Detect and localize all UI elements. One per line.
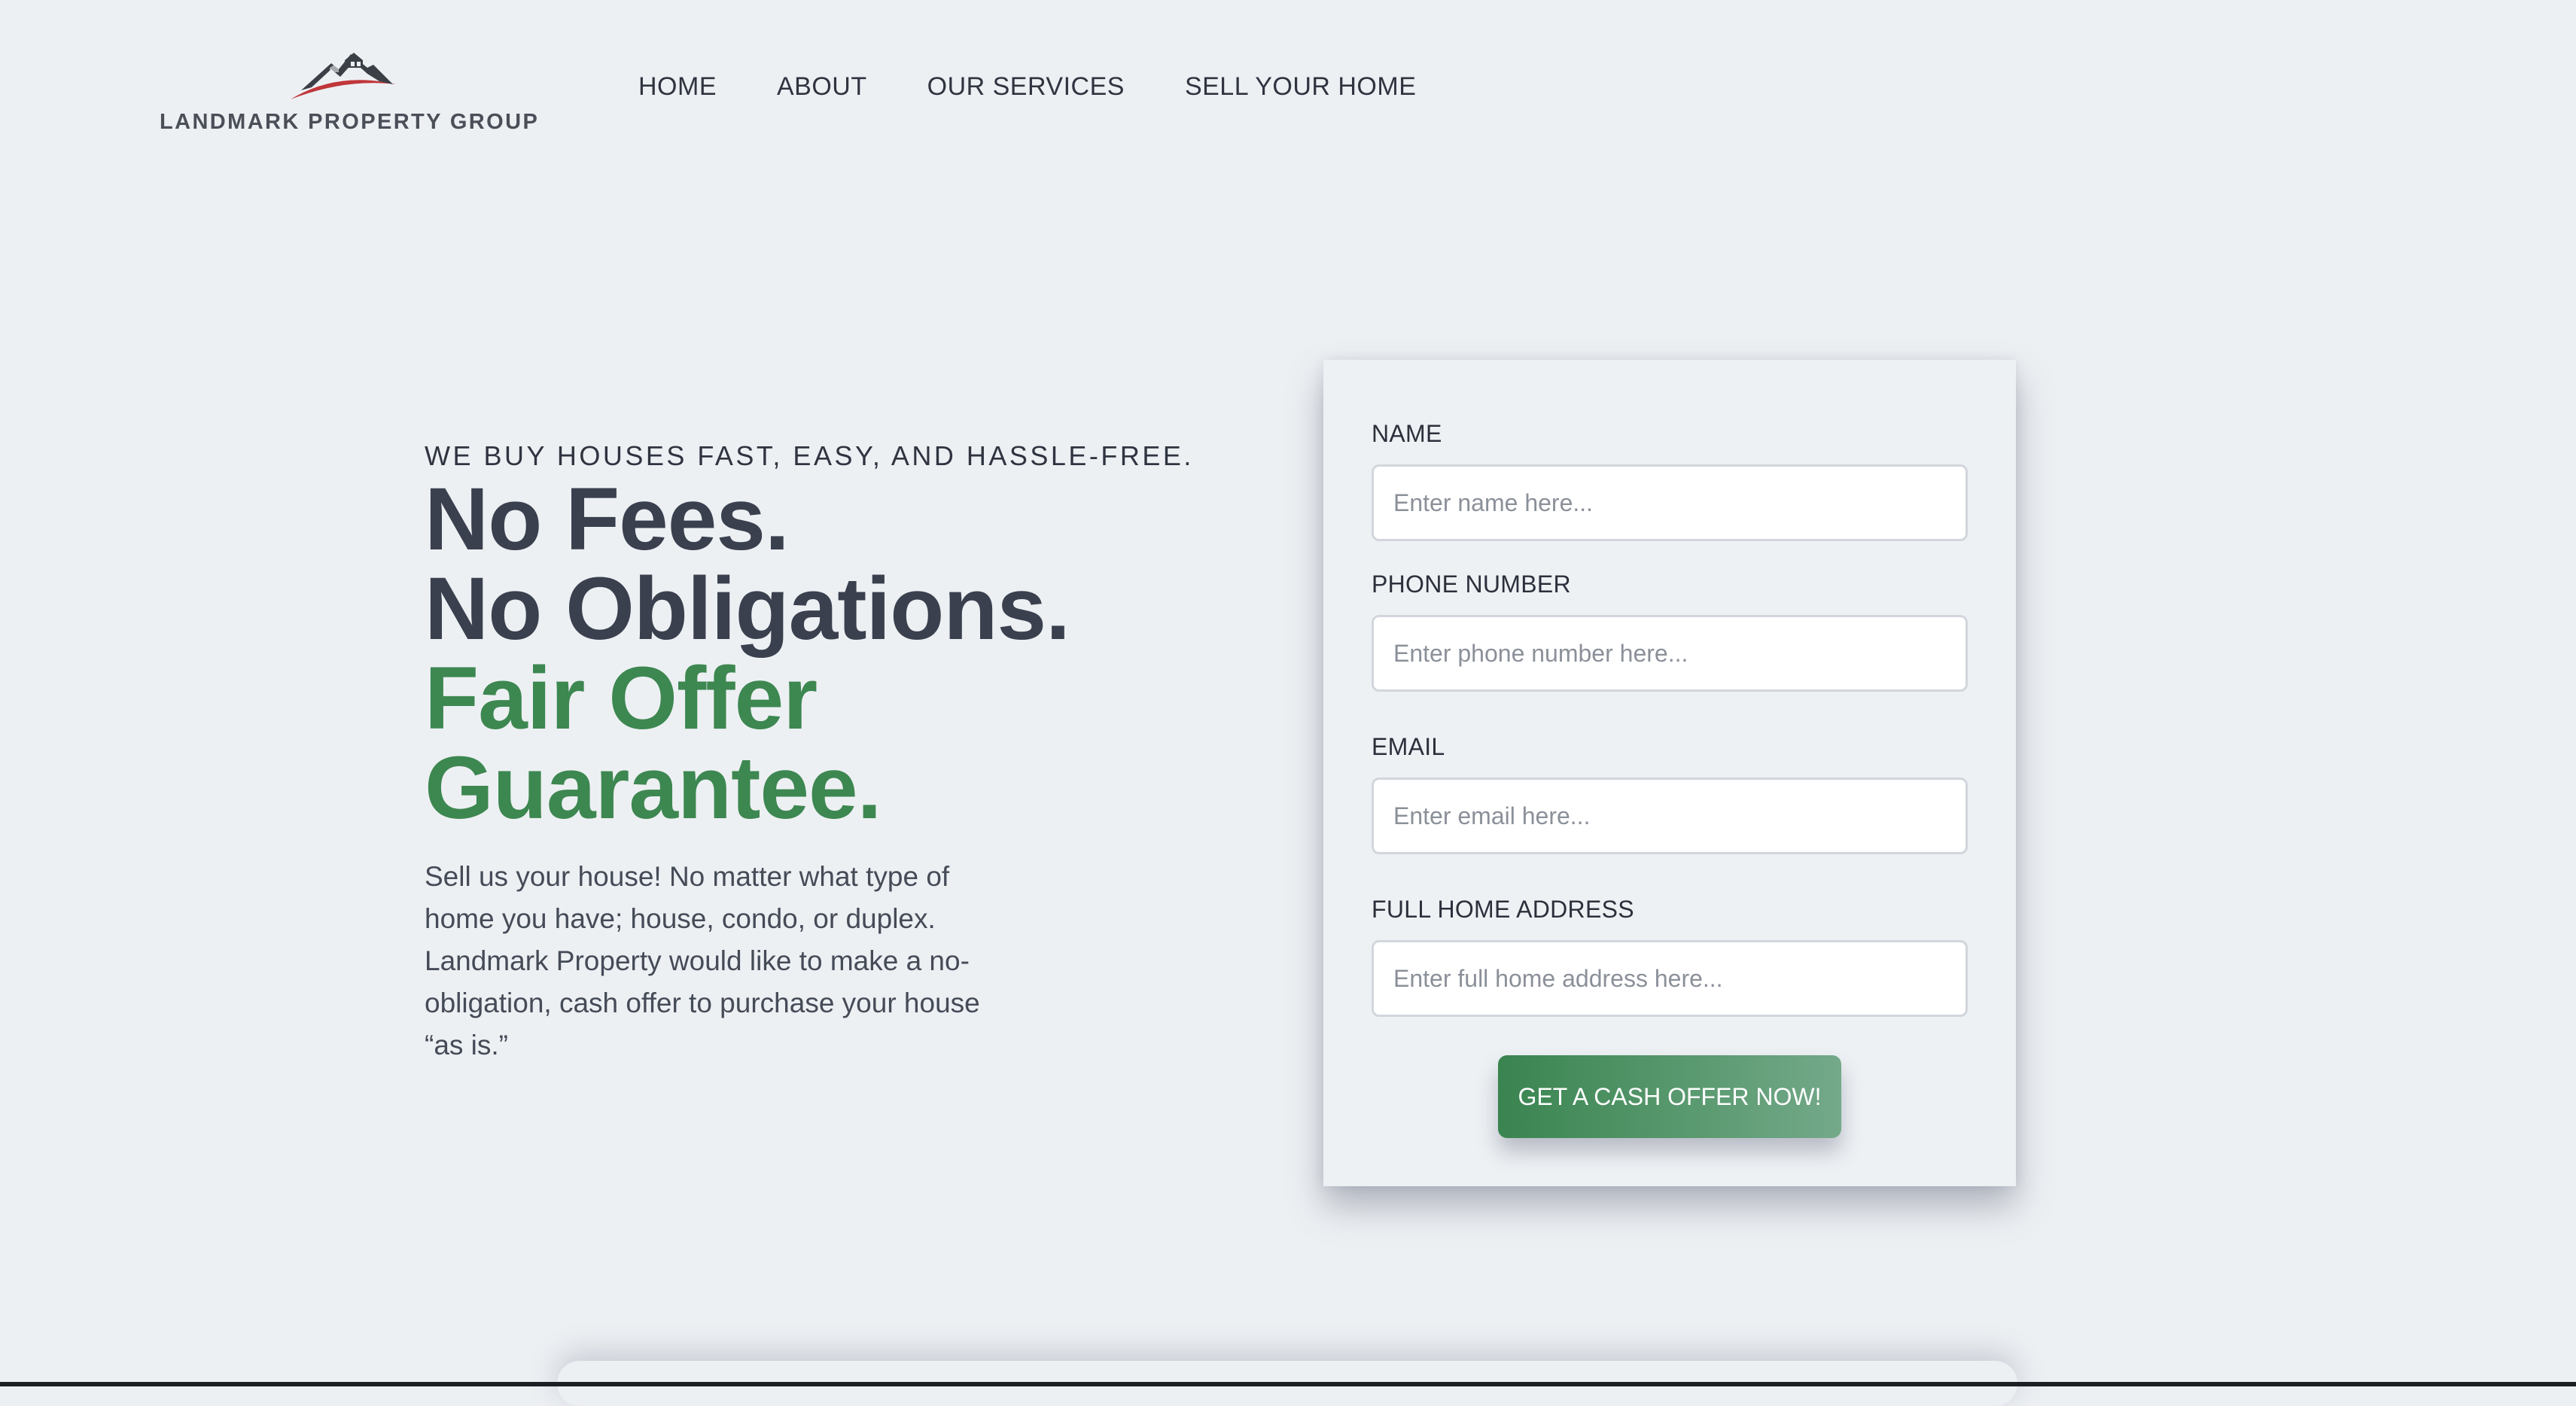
hero-section: WE BUY HOUSES FAST, EASY, AND HASSLE-FRE…: [425, 440, 1290, 1067]
name-input[interactable]: [1372, 464, 1968, 541]
headline-line-fair-offer: Fair Offer: [425, 649, 818, 748]
site-header: LANDMARK PROPERTY GROUP HOME ABOUT OUR S…: [0, 0, 2576, 188]
nav-about[interactable]: ABOUT: [777, 72, 867, 102]
hero-intro-text: Sell us your house! No matter what type …: [425, 861, 980, 1061]
phone-label: PHONE NUMBER: [1372, 571, 1571, 598]
address-field-group: FULL HOME ADDRESS: [1372, 896, 1968, 1017]
address-input[interactable]: [1372, 940, 1968, 1017]
email-field-group: EMAIL: [1372, 733, 1968, 854]
email-label: EMAIL: [1372, 733, 1445, 760]
hero-eyebrow: WE BUY HOUSES FAST, EASY, AND HASSLE-FRE…: [425, 440, 1194, 471]
window-bottom-edge: [0, 1382, 2576, 1386]
main-nav: HOME ABOUT OUR SERVICES SELL YOUR HOME: [638, 72, 1416, 102]
get-cash-offer-button[interactable]: GET A CASH OFFER NOW!: [1498, 1055, 1841, 1138]
nav-our-services[interactable]: OUR SERVICES: [927, 72, 1125, 102]
phone-field-group: PHONE NUMBER: [1372, 571, 1968, 692]
logo-text: LANDMARK PROPERTY GROUP: [160, 110, 540, 134]
cash-offer-form: NAME PHONE NUMBER EMAIL FULL HOME ADDRES…: [1323, 360, 2016, 1186]
nav-sell-your-home[interactable]: SELL YOUR HOME: [1185, 72, 1416, 102]
email-input[interactable]: [1372, 778, 1968, 854]
headline-line-guarantee: Guarantee.: [425, 738, 882, 838]
headline-line-no-obligations: No Obligations.: [425, 559, 1070, 659]
headline-line-no-fees: No Fees.: [425, 470, 790, 569]
name-label: NAME: [1372, 420, 1442, 447]
address-label: FULL HOME ADDRESS: [1372, 896, 1634, 923]
logo[interactable]: LANDMARK PROPERTY GROUP: [160, 45, 540, 143]
name-field-group: NAME: [1372, 420, 1968, 541]
hero-headline: No Fees. No Obligations. Fair Offer Guar…: [425, 475, 1290, 833]
phone-input[interactable]: [1372, 615, 1968, 692]
nav-home[interactable]: HOME: [638, 72, 717, 102]
house-roof-icon: [291, 53, 396, 99]
